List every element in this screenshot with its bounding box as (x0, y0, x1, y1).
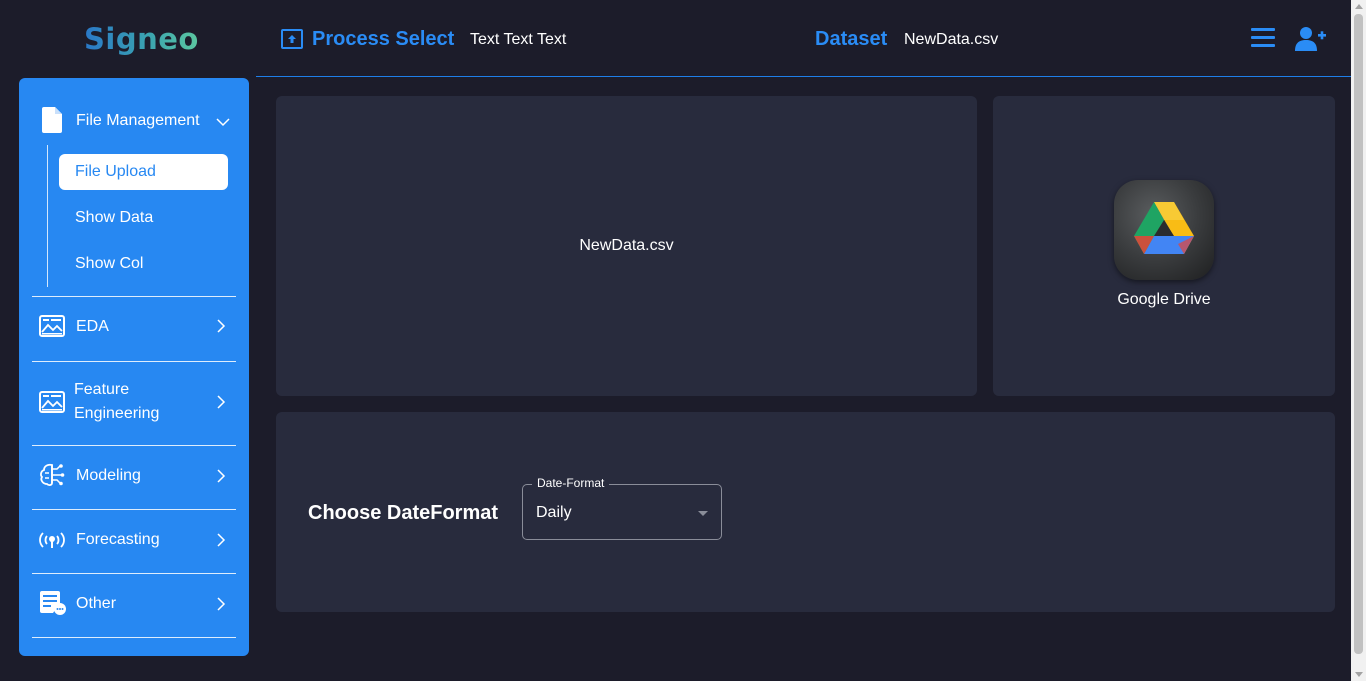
google-drive-label: Google Drive (1117, 291, 1211, 308)
chevron-down-icon (216, 114, 230, 132)
sidebar-divider (32, 573, 236, 574)
sidebar: File Management File Upload Show Data Sh… (19, 78, 249, 656)
sidebar-item-label: File Management (76, 112, 200, 129)
subitem-show-data[interactable]: Show Data (59, 200, 228, 236)
chart-image-icon (39, 315, 65, 342)
sidebar-divider (32, 296, 236, 297)
upload-box-icon (281, 29, 303, 49)
dataset-label: Dataset (815, 28, 888, 50)
subitem-label: Show Col (75, 255, 144, 272)
sidebar-item-file-management[interactable]: File Management (19, 104, 249, 138)
sidebar-divider (32, 445, 236, 446)
app-logo[interactable]: Signeo (84, 22, 199, 56)
select-legend: Date-Format (532, 476, 610, 490)
document-chat-icon (40, 591, 66, 620)
subitem-file-upload[interactable]: File Upload (59, 154, 228, 190)
caret-down-icon (698, 511, 708, 516)
sidebar-divider (32, 509, 236, 510)
sidebar-item-label: Feature (74, 381, 130, 398)
chevron-right-icon (216, 533, 226, 552)
scroll-thumb[interactable] (1354, 14, 1363, 654)
broadcast-icon (39, 531, 65, 554)
chart-image-icon (39, 391, 65, 418)
google-drive-card: Google Drive (993, 96, 1335, 396)
sidebar-divider (32, 361, 236, 362)
process-select-title: Process Select (312, 28, 455, 50)
vertical-scrollbar[interactable] (1351, 0, 1366, 681)
subitem-show-col[interactable]: Show Col (59, 246, 228, 282)
sidebar-item-label: Other (76, 595, 117, 612)
date-format-select[interactable]: Date-Format Daily (522, 476, 722, 540)
sidebar-item-feature-engineering[interactable]: Feature Engineering (19, 375, 249, 431)
file-drop-card[interactable]: NewData.csv (276, 96, 977, 396)
chevron-right-icon (216, 395, 226, 414)
sidebar-item-label-line2: Engineering (74, 405, 160, 422)
sidebar-item-eda[interactable]: EDA (19, 310, 249, 344)
process-subtitle: Text Text Text (470, 31, 567, 48)
sidebar-item-label: Forecasting (76, 531, 160, 548)
sidebar-item-label: Modeling (76, 467, 141, 484)
dataset-filename: NewData.csv (904, 31, 999, 48)
sidebar-item-forecasting[interactable]: Forecasting (19, 523, 249, 557)
sidebar-item-label: EDA (76, 318, 109, 335)
google-drive-button[interactable] (1114, 180, 1214, 280)
sidebar-divider (32, 637, 236, 638)
choose-dateformat-title: Choose DateFormat (308, 502, 499, 524)
subitem-label: File Upload (75, 163, 156, 180)
scroll-up-arrow-icon[interactable] (1355, 4, 1363, 9)
sidebar-item-modeling[interactable]: Modeling (19, 459, 249, 493)
header-divider (256, 76, 1351, 77)
subitem-label: Show Data (75, 209, 154, 226)
date-format-card: Choose DateFormat Date-Format Daily (276, 412, 1335, 612)
chevron-right-icon (216, 469, 226, 488)
sidebar-item-other[interactable]: Other (19, 587, 249, 621)
chevron-right-icon (216, 319, 226, 338)
select-value: Daily (536, 504, 572, 521)
brain-circuit-icon (39, 463, 65, 492)
chevron-right-icon (216, 597, 226, 616)
hamburger-menu-icon[interactable] (1251, 28, 1275, 50)
google-drive-icon (1134, 202, 1194, 254)
file-icon (42, 107, 62, 138)
scroll-down-arrow-icon[interactable] (1355, 672, 1363, 677)
submenu-line (47, 145, 48, 287)
uploaded-filename: NewData.csv (579, 237, 674, 254)
user-add-icon[interactable] (1295, 26, 1327, 57)
